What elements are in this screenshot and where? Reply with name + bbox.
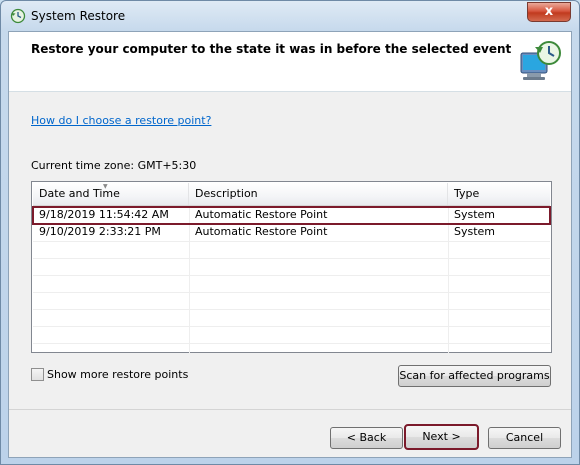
page-title: Restore your computer to the state it wa…: [31, 42, 512, 56]
dialog-client-area: Restore your computer to the state it wa…: [8, 31, 572, 458]
grid-line: [33, 292, 550, 293]
row-description: Automatic Restore Point: [195, 208, 328, 221]
column-header-date[interactable]: Date and Time ▼: [33, 183, 189, 205]
row-type: System: [454, 225, 496, 238]
grid-line: [33, 275, 550, 276]
column-header-type[interactable]: Type: [448, 183, 550, 205]
system-restore-icon: [10, 8, 26, 24]
system-restore-window: System Restore x Restore your computer t…: [0, 0, 580, 465]
scan-affected-programs-button[interactable]: Scan for affected programs: [398, 365, 551, 387]
dialog-header: Restore your computer to the state it wa…: [9, 32, 571, 92]
close-button[interactable]: x: [527, 2, 571, 22]
cancel-button[interactable]: Cancel: [488, 427, 561, 449]
timezone-label: Current time zone: GMT+5:30: [31, 159, 197, 172]
window-title: System Restore: [31, 9, 126, 23]
column-header-label: Description: [195, 187, 258, 200]
row-date: 9/10/2019 2:33:21 PM: [39, 225, 161, 238]
restore-points-list[interactable]: Date and Time ▼ Description Type 9/18/20…: [31, 181, 552, 353]
close-icon: x: [544, 4, 554, 19]
row-date: 9/18/2019 11:54:42 AM: [39, 208, 169, 221]
grid-line: [33, 326, 550, 327]
column-header-description[interactable]: Description: [189, 183, 448, 205]
help-link-choose-restore-point[interactable]: How do I choose a restore point?: [31, 114, 211, 127]
grid-line: [33, 343, 550, 344]
next-button[interactable]: Next >: [404, 424, 479, 450]
grid-line: [33, 241, 550, 242]
computer-restore-clock-icon: [520, 41, 561, 80]
footer-separator: [9, 409, 571, 410]
row-description: Automatic Restore Point: [195, 225, 328, 238]
table-row[interactable]: 9/10/2019 2:33:21 PM Automatic Restore P…: [33, 224, 550, 241]
grid-line: [33, 309, 550, 310]
title-bar[interactable]: System Restore x: [1, 1, 579, 31]
show-more-label: Show more restore points: [47, 368, 189, 381]
show-more-checkbox[interactable]: [31, 368, 44, 381]
column-header-label: Type: [454, 187, 480, 200]
table-row[interactable]: 9/18/2019 11:54:42 AM Automatic Restore …: [32, 206, 551, 225]
back-button[interactable]: < Back: [330, 427, 403, 449]
sort-arrow-icon: ▼: [103, 183, 108, 190]
row-type: System: [454, 208, 496, 221]
grid-line: [33, 258, 550, 259]
list-header: Date and Time ▼ Description Type: [33, 183, 550, 206]
